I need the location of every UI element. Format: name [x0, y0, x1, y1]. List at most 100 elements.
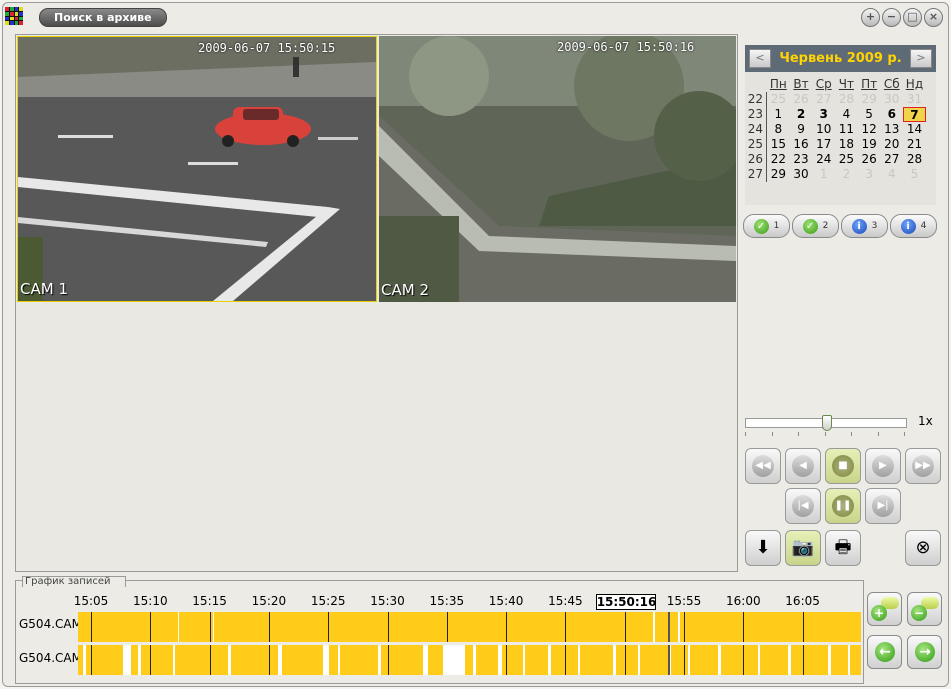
next-month-button[interactable]: >	[909, 49, 932, 68]
track-cam-1[interactable]	[78, 612, 861, 642]
calendar-day[interactable]: 22	[767, 152, 790, 167]
camera-toggle-1[interactable]: ✓ 1	[743, 214, 790, 238]
calendar-day[interactable]: 15	[767, 137, 790, 152]
pause-button[interactable]: ❚❚	[825, 488, 861, 524]
calendar-day[interactable]: 26	[790, 92, 813, 107]
speed-slider-thumb[interactable]	[822, 415, 832, 431]
stop-button[interactable]: ■	[825, 448, 861, 484]
calendar-day[interactable]: 31	[903, 92, 926, 107]
calendar-day[interactable]: 9	[790, 122, 813, 137]
calendar-day[interactable]: 3	[858, 167, 881, 182]
maximize-icon[interactable]: □	[903, 8, 922, 27]
calendar-day[interactable]: 2	[835, 167, 858, 182]
calendar-day[interactable]: 18	[835, 137, 858, 152]
play-backward-button[interactable]: ◀	[785, 448, 821, 484]
camera-toggle-number: 4	[920, 221, 927, 231]
playhead[interactable]	[668, 645, 670, 675]
snapshot-button[interactable]: 📷	[785, 530, 821, 566]
recording-gap	[653, 612, 655, 642]
time-tick: 15:25	[310, 594, 346, 608]
play-button[interactable]: ▶	[865, 448, 901, 484]
calendar-day[interactable]: 27	[880, 152, 903, 167]
info-icon: i	[851, 218, 867, 234]
track-cam-2[interactable]	[78, 645, 861, 675]
zoom-out-button[interactable]: −	[907, 592, 942, 626]
print-button[interactable]: 🖶	[825, 530, 861, 566]
step-forward-button[interactable]: ▶|	[865, 488, 901, 524]
calendar-day[interactable]: 29	[858, 92, 881, 107]
check-icon: ✓	[802, 218, 818, 234]
scroll-left-button[interactable]: ←	[867, 635, 902, 669]
calendar-day[interactable]: 19	[858, 137, 881, 152]
calendar-day[interactable]: 2	[790, 107, 813, 122]
stop-icon: ■	[832, 455, 854, 477]
recording-gap	[548, 645, 551, 675]
day-of-week: Ср	[815, 77, 832, 91]
time-tick: 15:10	[133, 594, 168, 608]
calendar-day[interactable]: 25	[835, 152, 858, 167]
calendar-day[interactable]: 27	[812, 92, 835, 107]
calendar-day[interactable]: 5	[903, 167, 926, 182]
calendar-day[interactable]: 8	[767, 122, 790, 137]
camera-toggle-2[interactable]: ✓ 2	[792, 214, 839, 238]
recording-gap	[688, 645, 690, 675]
calendar-day[interactable]: 7	[903, 107, 926, 122]
calendar-day[interactable]: 30	[880, 92, 903, 107]
playhead[interactable]	[668, 612, 670, 642]
calendar-day[interactable]: 4	[880, 167, 903, 182]
time-tick: 15:45	[548, 594, 583, 608]
calendar-day[interactable]: 3	[812, 107, 835, 122]
fast-forward-button[interactable]: ▶▶	[905, 448, 941, 484]
camera-toggle-3[interactable]: i3	[841, 214, 888, 238]
calendar-day[interactable]: 23	[790, 152, 813, 167]
day-of-week: Сб	[883, 77, 900, 91]
time-tick: 15:35	[429, 594, 465, 608]
close-archive-button[interactable]: ⊗	[905, 530, 941, 566]
calendar-day[interactable]: 1	[812, 167, 835, 182]
calendar-day[interactable]: 30	[790, 167, 813, 182]
calendar-day[interactable]: 17	[812, 137, 835, 152]
camera-toggle-4[interactable]: i4	[890, 214, 937, 238]
speed-ticks	[745, 432, 905, 438]
calendar-week-row: 24 8 9 10 11 12 13 14	[745, 122, 936, 137]
calendar-day[interactable]: 21	[903, 137, 926, 152]
arrow-right-icon: →	[915, 642, 935, 662]
speed-slider[interactable]	[745, 415, 907, 431]
calendar-day[interactable]: 6	[880, 107, 903, 122]
camera-view-2[interactable]: 2009-06-07 15:50:16 CAM 2	[379, 36, 736, 302]
calendar-day[interactable]: 13	[880, 122, 903, 137]
step-back-button[interactable]: |◀	[785, 488, 821, 524]
export-button[interactable]: ⬇	[745, 530, 781, 566]
calendar-day[interactable]: 28	[903, 152, 926, 167]
calendar-day[interactable]: 4	[835, 107, 858, 122]
calendar-day[interactable]: 10	[812, 122, 835, 137]
scroll-right-button[interactable]: →	[907, 635, 942, 669]
calendar-day[interactable]: 24	[812, 152, 835, 167]
camera-toggle-number: 1	[773, 221, 780, 231]
rewind-button[interactable]: ◀◀	[745, 448, 781, 484]
calendar-day[interactable]: 12	[858, 122, 881, 137]
calendar-day[interactable]: 11	[835, 122, 858, 137]
zoom-in-button[interactable]: +	[867, 592, 902, 626]
calendar-day[interactable]: 29	[767, 167, 790, 182]
zoom-out-icon: −	[911, 605, 927, 621]
calendar-day[interactable]: 14	[903, 122, 926, 137]
minimize-icon[interactable]: −	[882, 8, 901, 27]
calendar-week-row: 25 15 16 17 18 19 20 21	[745, 137, 936, 152]
calendar-day[interactable]: 1	[767, 107, 790, 122]
calendar-day[interactable]: 28	[835, 92, 858, 107]
plus-icon[interactable]: +	[861, 8, 880, 27]
calendar-day[interactable]: 5	[858, 107, 881, 122]
recording-gap	[423, 645, 428, 675]
camera-view-1[interactable]: 2009-06-07 15:50:15 CAM 1	[17, 36, 377, 302]
video-panel: 2009-06-07 15:50:15 CAM 1 2009-06-07 15:…	[15, 34, 738, 572]
calendar-day[interactable]: 25	[767, 92, 790, 107]
close-icon[interactable]: ×	[924, 8, 943, 27]
recording-gap	[613, 645, 616, 675]
prev-month-button[interactable]: <	[749, 49, 771, 68]
play-icon: ▶	[872, 455, 894, 477]
calendar-day[interactable]: 26	[858, 152, 881, 167]
calendar-day[interactable]: 16	[790, 137, 813, 152]
camera-toggle-number: 3	[871, 221, 878, 231]
calendar-day[interactable]: 20	[880, 137, 903, 152]
